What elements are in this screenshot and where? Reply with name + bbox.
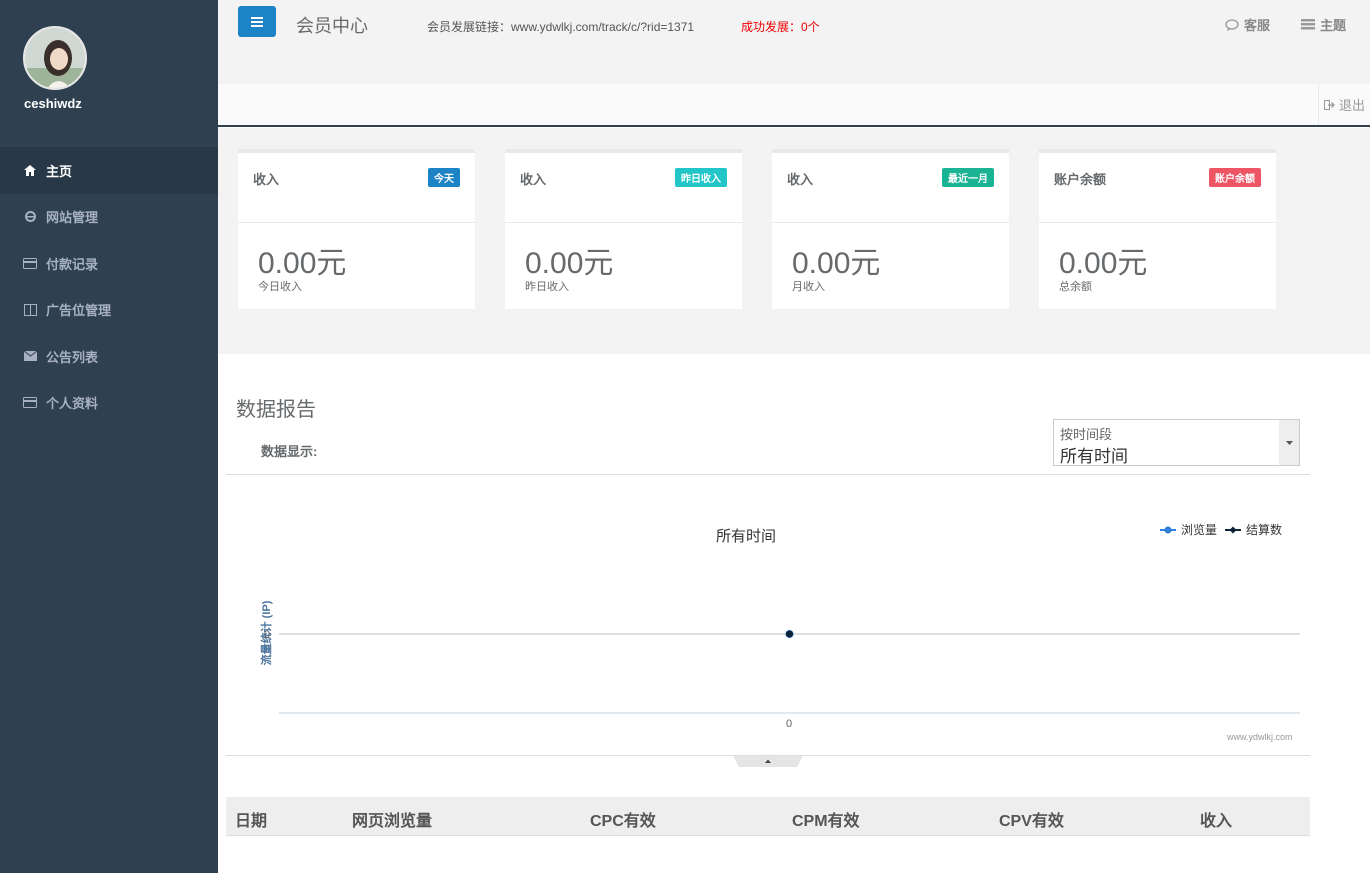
sidebar-item-ad-slots[interactable]: 广告位管理 [0,287,218,334]
sidebar-item-sites[interactable]: 网站管理 [0,194,218,241]
divider [226,474,1310,475]
sidebar-item-label: 付款记录 [46,256,99,272]
status-badge: 昨日收入 [675,168,727,187]
collapse-toggle[interactable] [733,756,803,767]
time-range-select[interactable]: 按时间段 所有时间 [1053,419,1300,466]
sidebar-nav: 主页 网站管理 付款记录 广告位管理 公告列表 个人资料 [0,147,218,426]
comment-icon [1225,18,1239,31]
sign-out-icon [1323,99,1335,110]
sidebar-item-payments[interactable]: 付款记录 [0,240,218,287]
card-subtitle: 总余额 [1059,281,1092,293]
sidebar-item-label: 广告位管理 [46,303,112,319]
ie-icon [23,210,37,224]
card-value: 0.00元 [1059,247,1148,280]
x-tick-label: 0 [786,718,792,730]
credit-card-icon [23,256,37,270]
tab-bar: 退出 [218,84,1370,127]
username: ceshiwdz [24,96,82,111]
select-label: 按时间段 [1060,427,1113,442]
status-badge: 今天 [428,168,460,187]
card-subtitle: 月收入 [792,281,825,293]
columns-icon [23,303,37,317]
success-count: 成功发展：0个 [741,20,820,34]
logout-label: 退出 [1338,98,1365,113]
menu-toggle-button[interactable] [238,6,276,37]
y-tick-label: 0 [264,629,270,641]
sidebar-item-profile[interactable]: 个人资料 [0,380,218,427]
theme-button[interactable]: 主题 [1301,15,1346,34]
home-icon [23,163,37,177]
card-value: 0.00元 [258,247,347,280]
select-value: 所有时间 [1060,447,1128,466]
report-title: 数据报告 [236,399,316,421]
chart-credit[interactable]: www.ydwlkj.com [1227,732,1293,742]
legend-item-views[interactable]: 浏览量 [1160,521,1217,538]
column-header-income: 收入 [1200,813,1233,830]
sidebar-item-label: 网站管理 [46,210,99,226]
stat-card-yesterday: 收入 昨日收入 0.00元 昨日收入 [505,149,742,309]
top-navbar: 会员中心 会员发展链接：www.ydwlkj.com/track/c/?rid=… [218,0,1370,84]
card-title: 收入 [787,172,814,187]
customer-service-button[interactable]: 客服 [1225,15,1270,34]
card-title: 收入 [520,172,547,187]
sidebar-item-home[interactable]: 主页 [0,147,218,194]
legend-symbol [1160,526,1176,533]
sidebar-item-label: 个人资料 [46,396,99,412]
data-display-label: 数据显示: [261,444,318,459]
column-header-cpc: CPC有效 [590,813,656,830]
sidebar-item-label: 主页 [46,163,73,179]
series-point[interactable] [786,630,793,638]
status-badge: 最近一月 [942,168,994,187]
stat-card-balance: 账户余额 账户余额 0.00元 总余额 [1039,149,1276,309]
chart-marks [785,630,794,638]
stats-area: 收入 今天 0.00元 今日收入 收入 昨日收入 0.00元 昨日收入 收入 最… [218,128,1370,354]
column-header-cpv: CPV有效 [999,813,1064,830]
card-title: 收入 [253,172,280,187]
customer-service-label: 客服 [1244,18,1271,33]
legend-item-settlements[interactable]: 结算数 [1225,521,1282,538]
bars-icon [251,16,263,27]
sidebar-item-notices[interactable]: 公告列表 [0,333,218,380]
sidebar-item-label: 公告列表 [46,349,99,365]
stat-card-month: 收入 最近一月 0.00元 月收入 [772,149,1009,309]
envelope-icon [23,349,37,363]
chart-plot: 0 0 [264,629,1300,730]
avatar[interactable] [23,26,87,90]
legend-label: 结算数 [1246,523,1283,537]
tasks-icon [1301,19,1315,30]
card-value: 0.00元 [792,247,881,280]
column-header-date: 日期 [235,813,268,830]
page-title: 会员中心 [296,16,368,36]
report-table-header: 日期 网页浏览量 CPC有效 CPM有效 CPV有效 收入 [226,797,1310,836]
caret-down-icon [1279,420,1299,465]
legend-label: 浏览量 [1181,523,1218,537]
card-subtitle: 昨日收入 [525,281,569,293]
chart-title: 所有时间 [716,528,777,545]
logout-button[interactable]: 退出 [1318,84,1370,125]
status-badge: 账户余额 [1209,168,1261,187]
column-header-cpm: CPM有效 [792,813,860,830]
column-header-pageviews: 网页浏览量 [352,813,433,830]
referral-link[interactable]: 会员发展链接：www.ydwlkj.com/track/c/?rid=1371 [427,18,694,35]
card-value: 0.00元 [525,247,614,280]
legend-symbol [1225,526,1241,533]
card-subtitle: 今日收入 [258,281,302,293]
stat-card-today: 收入 今天 0.00元 今日收入 [238,149,475,309]
id-card-icon [23,396,37,410]
theme-label: 主题 [1320,18,1347,33]
sidebar: ceshiwdz 主页 网站管理 付款记录 广告位管理 公告列表 个人资料 [0,0,218,873]
card-title: 账户余额 [1054,172,1107,187]
